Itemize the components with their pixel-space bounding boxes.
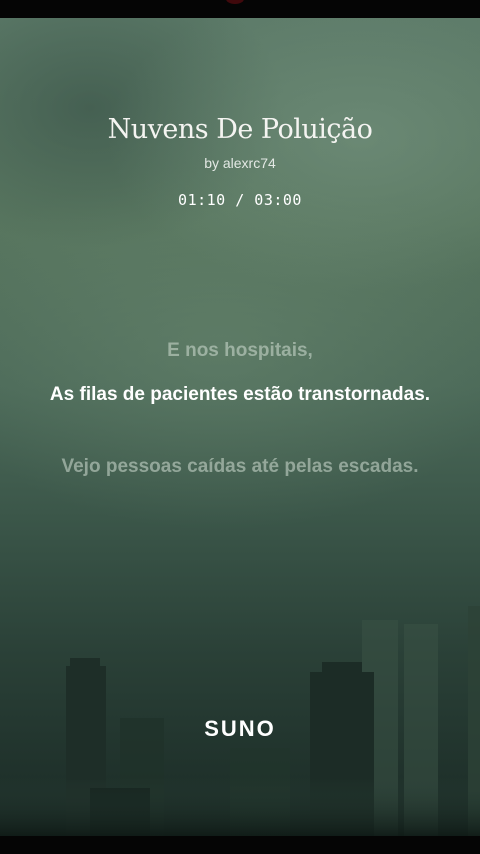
suno-logo: SUNO (204, 716, 276, 741)
top-bar (0, 0, 480, 18)
recording-indicator-icon (226, 0, 244, 4)
lyric-line-next: Vejo pessoas caídas até pelas escadas. (61, 456, 419, 477)
playback-time: 01:10 / 03:00 (178, 191, 302, 209)
lyric-line-current: As filas de pacientes estão transtornada… (49, 384, 431, 405)
artist-name: by alexrc74 (204, 155, 276, 171)
bottom-bar (0, 836, 480, 854)
song-title: Nuvens De Poluição (107, 114, 373, 145)
lyric-line-previous: E nos hospitais, (167, 340, 313, 361)
